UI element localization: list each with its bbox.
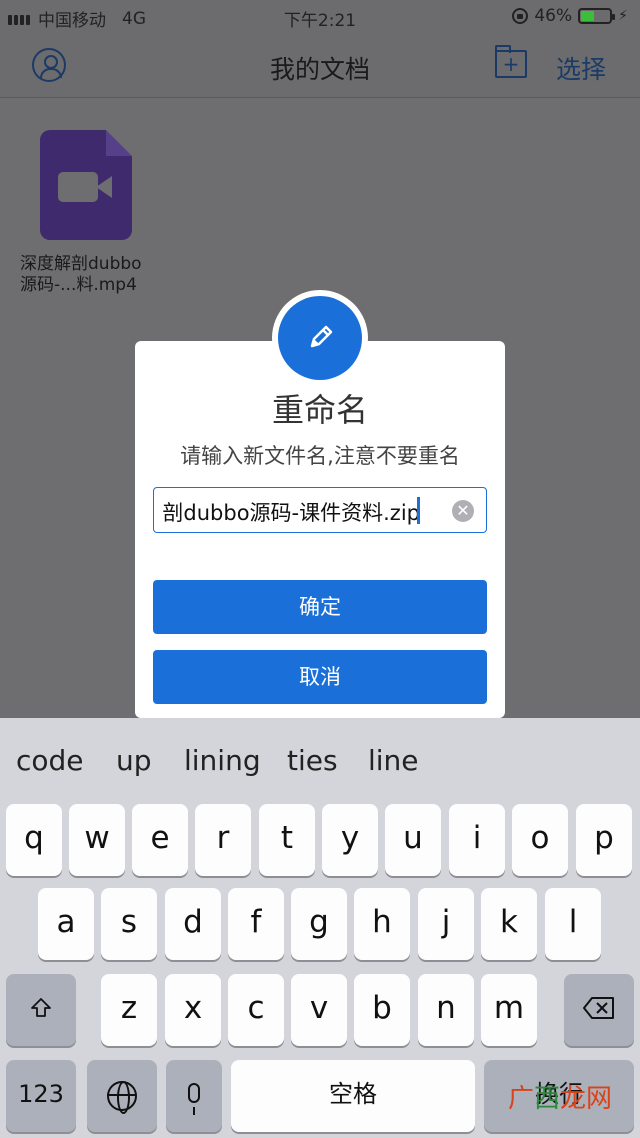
confirm-button[interactable]: 确定 (153, 580, 487, 634)
suggestion-item[interactable]: lining (184, 744, 261, 777)
key-s[interactable]: s (101, 888, 157, 960)
cancel-button[interactable]: 取消 (153, 650, 487, 704)
key-a[interactable]: a (38, 888, 94, 960)
dialog-title: 重命名 (271, 391, 368, 429)
dictation-key[interactable] (166, 1060, 222, 1132)
key-c[interactable]: c (228, 974, 284, 1046)
key-j[interactable]: j (418, 888, 474, 960)
key-h[interactable]: h (354, 888, 410, 960)
key-o[interactable]: o (512, 804, 568, 876)
keyboard: code up lining ties line q w e r t y u i… (0, 718, 640, 1138)
battery-percent: 46% (534, 6, 573, 26)
key-l[interactable]: l (545, 888, 601, 960)
select-button[interactable]: 选择 (556, 50, 606, 86)
nav-bar: 我的文档 + 选择 (0, 34, 640, 98)
pencil-icon (310, 325, 333, 348)
key-e[interactable]: e (132, 804, 188, 876)
key-n[interactable]: n (418, 974, 474, 1046)
file-name: 深度解剖dubbo 源码-...料.mp4 (20, 254, 170, 296)
key-m[interactable]: m (481, 974, 537, 1046)
backspace-icon (583, 996, 614, 1019)
key-w[interactable]: w (69, 804, 125, 876)
key-k[interactable]: k (481, 888, 537, 960)
watermark: 广西龙网 (508, 1078, 612, 1115)
new-folder-plus: + (502, 52, 520, 76)
suggestion-item[interactable]: line (368, 744, 419, 777)
charging-icon: ⚡ (618, 8, 628, 24)
globe-key[interactable] (87, 1060, 157, 1132)
suggestion-item[interactable]: ties (287, 744, 338, 777)
page-title: 我的文档 (269, 55, 370, 84)
watermark-part3: 龙网 (560, 1084, 613, 1114)
filename-input-value: 剖dubbo源码-课件资料.zip (162, 501, 420, 525)
filename-input[interactable]: 剖dubbo源码-课件资料.zip ✕ (153, 487, 487, 533)
key-p[interactable]: p (576, 804, 632, 876)
clear-input-icon[interactable]: ✕ (452, 500, 474, 522)
new-folder-icon[interactable]: + (495, 45, 527, 78)
status-bar: 中国移动 4G 下午2:21 46% ⚡ (0, 0, 640, 34)
key-g[interactable]: g (291, 888, 347, 960)
space-key[interactable]: 空格 (231, 1060, 475, 1132)
battery-icon (578, 8, 616, 24)
suggestion-bar: code up lining ties line (0, 718, 640, 796)
key-v[interactable]: v (291, 974, 347, 1046)
suggestion-item[interactable]: up (116, 744, 152, 777)
dialog-badge (272, 290, 368, 386)
file-name-line2: 源码-...料.mp4 (20, 275, 137, 295)
globe-icon (107, 1080, 137, 1114)
key-t[interactable]: t (259, 804, 315, 876)
backspace-key[interactable] (564, 974, 634, 1046)
shift-icon (31, 997, 51, 1017)
dialog-subtitle: 请输入新文件名,注意不要重名 (180, 444, 460, 468)
camera-lens (96, 176, 112, 198)
key-b[interactable]: b (354, 974, 410, 1046)
microphone-icon (188, 1082, 200, 1115)
rotation-lock-icon (512, 8, 529, 24)
key-y[interactable]: y (322, 804, 378, 876)
dialog-badge-circle (278, 296, 362, 380)
watermark-part2: 西 (534, 1084, 561, 1114)
camera-body (58, 172, 98, 202)
key-q[interactable]: q (6, 804, 62, 876)
key-x[interactable]: x (165, 974, 221, 1046)
status-right: 46% ⚡ (512, 6, 628, 26)
file-name-line1: 深度解剖dubbo (20, 254, 142, 274)
key-f[interactable]: f (228, 888, 284, 960)
watermark-part1: 广 (508, 1084, 535, 1114)
key-z[interactable]: z (101, 974, 157, 1046)
key-r[interactable]: r (195, 804, 251, 876)
video-file-icon (40, 130, 132, 240)
shift-key[interactable] (6, 974, 76, 1046)
text-cursor (417, 497, 420, 524)
key-i[interactable]: i (449, 804, 505, 876)
key-u[interactable]: u (385, 804, 441, 876)
numbers-key[interactable]: 123 (6, 1060, 76, 1132)
suggestion-item[interactable]: code (16, 744, 84, 777)
key-d[interactable]: d (165, 888, 221, 960)
